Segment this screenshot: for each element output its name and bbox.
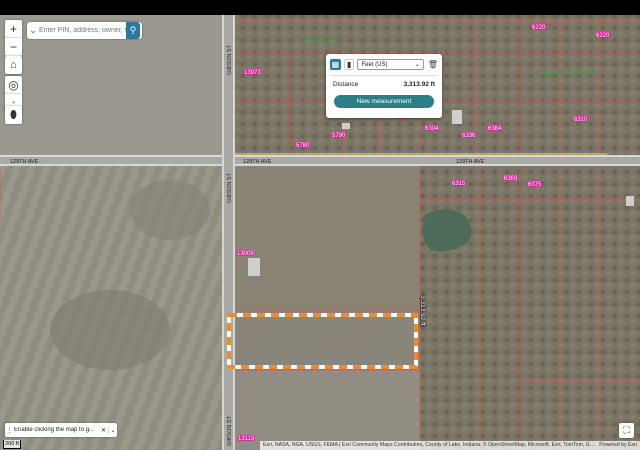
unit-select-value: Feet (US) (361, 61, 388, 68)
road-label-street-north: GIBSON ST (227, 44, 233, 75)
powered-by-text[interactable]: Powered by Esri (599, 441, 637, 450)
search-widget: ⌄ ⚲ (27, 22, 142, 39)
area-measure-button[interactable]: ▦ (330, 59, 341, 70)
distance-row: Distance 3,313.92 ft (330, 81, 438, 88)
clear-button[interactable]: 🗑 (428, 60, 438, 69)
measurement-panel: ▦ ▮ Feet (US) ⌄ 🗑 Distance 3,313.92 ft N… (326, 54, 442, 118)
parcel-label: 6336 (462, 133, 476, 139)
locate-icon: ◎ (8, 77, 19, 92)
parcel-label: 5780 (296, 143, 310, 149)
zoom-controls: + − (5, 20, 22, 56)
zoom-out-button[interactable]: − (5, 38, 22, 56)
scale-bar: 200 ft (3, 440, 21, 449)
parcel-label: 6310 (574, 117, 588, 123)
parcel-label: 6315 (452, 181, 466, 187)
parcel-label: 13973 (244, 70, 261, 76)
subdivision-label: WOODLAND KNOLL (540, 71, 597, 77)
woods-central (235, 166, 420, 311)
parcel-label: 6220 (532, 25, 546, 31)
measurement-result: Distance 3,313.92 ft New measurement (330, 75, 438, 108)
compass-button[interactable]: ⬮ (5, 106, 22, 124)
unit-select[interactable]: Feet (US) ⌄ (357, 59, 424, 70)
search-icon: ⚲ (129, 25, 137, 35)
compass-icon: ⬮ (10, 108, 17, 121)
distance-measure-button[interactable]: ▮ (343, 59, 355, 70)
parcel-label: 13009 (237, 251, 254, 257)
parcel-label: 6384 (488, 126, 502, 132)
search-button[interactable]: ⚲ (126, 22, 140, 39)
parcel-label: 5790 (332, 133, 346, 139)
road-label-avenue-mid: 129TH AVE (243, 159, 272, 165)
avenue-road (0, 155, 640, 166)
toast-text: Enable clicking the map to g... (14, 427, 95, 433)
distance-label: Distance (333, 81, 359, 88)
attribution-text: Esri, NASA, NGA, USGS, FEMA | Esri Commu… (263, 442, 596, 448)
measurement-toolbar: ▦ ▮ Feet (US) ⌄ 🗑 (330, 58, 438, 71)
street-road (222, 15, 235, 450)
scale-label: 200 ft (5, 441, 19, 447)
parcel-label: 6375 (528, 182, 542, 188)
fullscreen-button[interactable]: ⛶ (619, 423, 634, 438)
field-dark-patch (50, 290, 170, 370)
field-dark-patch-2 (130, 180, 210, 240)
measurement-segment-label: 3,313.92 ft (419, 295, 426, 326)
road-label-street-south: GIBSON ST (227, 415, 233, 446)
road-label-avenue-west: 129TH AVE (10, 159, 39, 165)
road-label-avenue-east: 129TH AVE (456, 159, 485, 165)
fullscreen-icon: ⛶ (623, 425, 630, 435)
close-icon[interactable]: ✕ (99, 427, 108, 434)
search-source-chevron-icon[interactable]: ⌄ (27, 25, 39, 36)
parcel-label: 13115 (238, 436, 255, 442)
trash-icon: 🗑 (427, 60, 438, 69)
pond (422, 209, 472, 252)
woods-southeast (420, 166, 640, 450)
drag-handle-icon[interactable]: ⋮ (5, 427, 14, 434)
field-central-south (235, 370, 420, 450)
parcel-label: 6369 (504, 176, 518, 182)
top-black-bar (0, 0, 640, 15)
home-icon: ⌂ (10, 59, 17, 71)
new-measurement-button[interactable]: New measurement (334, 95, 434, 108)
ruler-icon: ▮ (346, 60, 352, 69)
map-view[interactable]: 129TH AVE 129TH AVE 129TH AVE GIBSON ST … (0, 15, 640, 450)
zoom-in-button[interactable]: + (5, 20, 22, 38)
locate-button[interactable]: ◎ (5, 76, 22, 94)
chevron-down-icon[interactable]: ⌄ (108, 426, 117, 434)
map-click-toast: ⋮ Enable clicking the map to g... ✕ ⌄ (5, 423, 117, 437)
road-label-street-mid: GIBSON ST (227, 172, 233, 203)
chevron-down-icon: ⌄ (414, 62, 420, 68)
distance-value: 3,313.92 ft (403, 81, 435, 88)
attribution-bar[interactable]: Esri, NASA, NGA, USGS, FEMA | Esri Commu… (260, 441, 640, 450)
subdivision-label: Gibson Estates (300, 38, 341, 44)
parcel-label: 6220 (596, 33, 610, 39)
search-input[interactable] (39, 27, 126, 34)
parcel-label: 6304 (425, 126, 439, 132)
home-button[interactable]: ⌂ (5, 56, 22, 74)
area-icon: ▦ (331, 60, 340, 69)
